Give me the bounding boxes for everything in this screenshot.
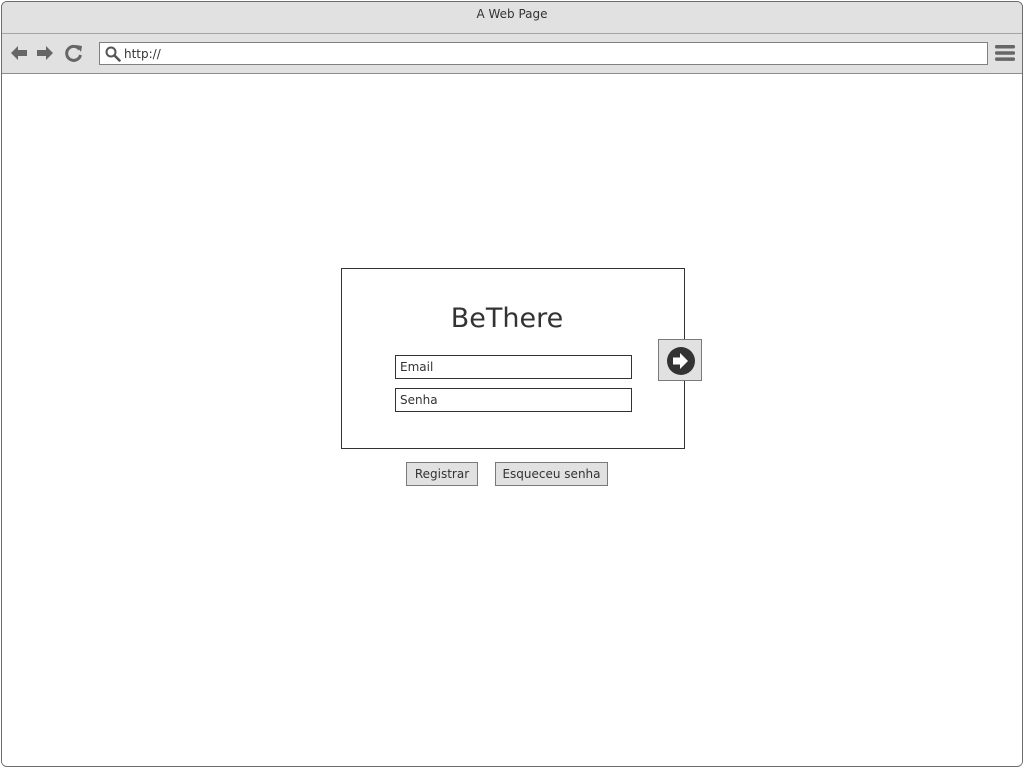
forgot-password-button[interactable]: Esqueceu senha bbox=[495, 462, 608, 486]
browser-toolbar bbox=[2, 34, 1022, 74]
app-title: BeThere bbox=[450, 303, 564, 334]
back-arrow-icon[interactable] bbox=[9, 43, 29, 63]
hamburger-menu-icon[interactable] bbox=[995, 44, 1015, 62]
window-title: A Web Page bbox=[476, 7, 548, 21]
forward-arrow-icon[interactable] bbox=[35, 43, 55, 63]
window-titlebar: A Web Page bbox=[2, 2, 1022, 34]
email-field[interactable] bbox=[395, 355, 632, 379]
url-input[interactable] bbox=[124, 45, 974, 62]
login-panel: BeThere bbox=[341, 268, 685, 449]
search-icon bbox=[105, 46, 121, 62]
login-submit-button[interactable] bbox=[658, 339, 702, 381]
password-field[interactable] bbox=[395, 388, 632, 412]
browser-window: A Web Page http:// BeThere Email Registr… bbox=[1, 1, 1023, 767]
arrow-circle-right-icon bbox=[667, 347, 695, 375]
page-content: BeThere Registrar Esqueceu senha bbox=[2, 74, 1022, 766]
address-bar[interactable] bbox=[99, 42, 988, 65]
refresh-icon[interactable] bbox=[64, 43, 84, 63]
register-button[interactable]: Registrar bbox=[406, 462, 478, 486]
